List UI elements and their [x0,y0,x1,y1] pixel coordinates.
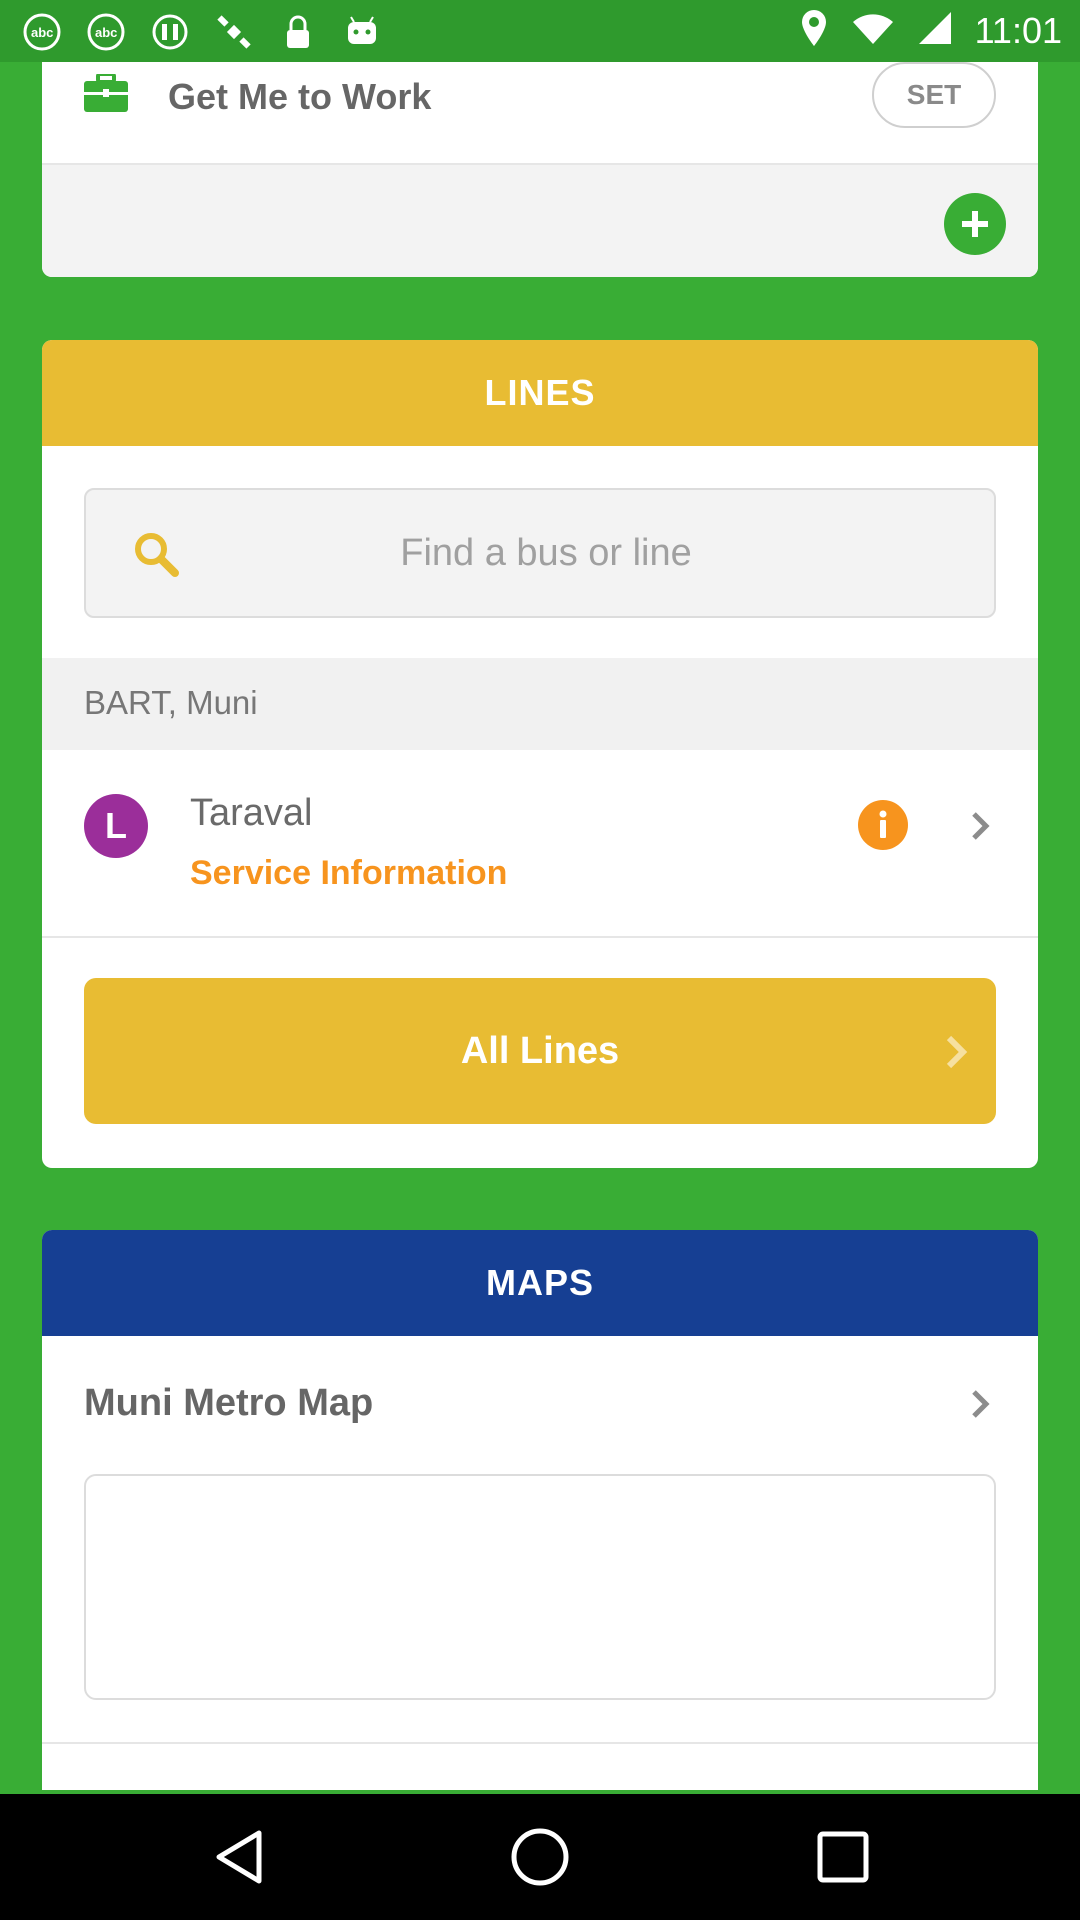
agency-section-header: BART, Muni [42,658,1038,750]
chevron-right-icon [944,1034,968,1069]
abc7-news-icon: abc [20,10,64,54]
plus-icon [962,211,988,237]
svg-text:abc: abc [31,25,53,40]
back-icon [216,1830,262,1884]
get-me-to-work-row[interactable]: Get Me to Work SET [42,62,1038,165]
search-input[interactable] [206,490,886,616]
clock: 11:01 [974,9,1062,51]
back-button[interactable] [206,1824,272,1890]
info-icon [879,810,887,838]
android-icon [340,10,384,54]
service-information-link[interactable]: Service Information [190,854,507,893]
add-destination-row [42,165,1038,277]
agency-label: BART, Muni [84,684,258,721]
chevron-right-icon [968,1388,992,1420]
briefcase-icon [84,72,128,112]
signal-icon [917,10,953,51]
add-button[interactable] [944,193,1006,255]
fake-gps-icon [148,10,192,54]
location-icon [799,8,829,53]
status-bar: abc abc 11:01 [0,0,1080,62]
system-indicators: 11:01 [799,8,1062,53]
svg-text:abc: abc [95,25,117,40]
chevron-right-icon [968,810,992,842]
lines-header: LINES [42,340,1038,446]
map-title: Muni Metro Map [84,1382,374,1424]
home-button[interactable] [507,1824,573,1890]
notification-icons: abc abc [20,10,384,54]
home-icon [511,1828,569,1886]
info-button[interactable] [858,800,908,850]
work-label: Get Me to Work [168,76,432,117]
recents-button[interactable] [810,1824,876,1890]
wifi-icon [851,10,895,51]
maps-card: MAPS Muni Metro Map [42,1230,1038,1790]
work-card: Get Me to Work SET [42,62,1038,277]
map-item-muni-metro[interactable]: Muni Metro Map [42,1336,1038,1472]
all-lines-button[interactable]: All Lines [84,978,996,1124]
satellite-icon [212,10,256,54]
all-lines-label: All Lines [460,1029,620,1072]
navigation-bar [0,1794,1080,1920]
recents-icon [817,1831,869,1883]
line-item-taraval[interactable]: L Taraval Service Information [42,750,1038,938]
map-preview[interactable] [84,1474,996,1700]
lock-icon [276,10,320,54]
set-button[interactable]: SET [872,62,996,128]
search-icon [132,530,180,578]
maps-header: MAPS [42,1230,1038,1336]
lines-card: LINES BART, Muni L Taraval Service Infor… [42,340,1038,1168]
search-box[interactable] [84,488,996,618]
line-name: Taraval [190,792,313,834]
divider [42,1742,1038,1744]
abc7-news-icon: abc [84,10,128,54]
line-badge: L [84,794,148,858]
